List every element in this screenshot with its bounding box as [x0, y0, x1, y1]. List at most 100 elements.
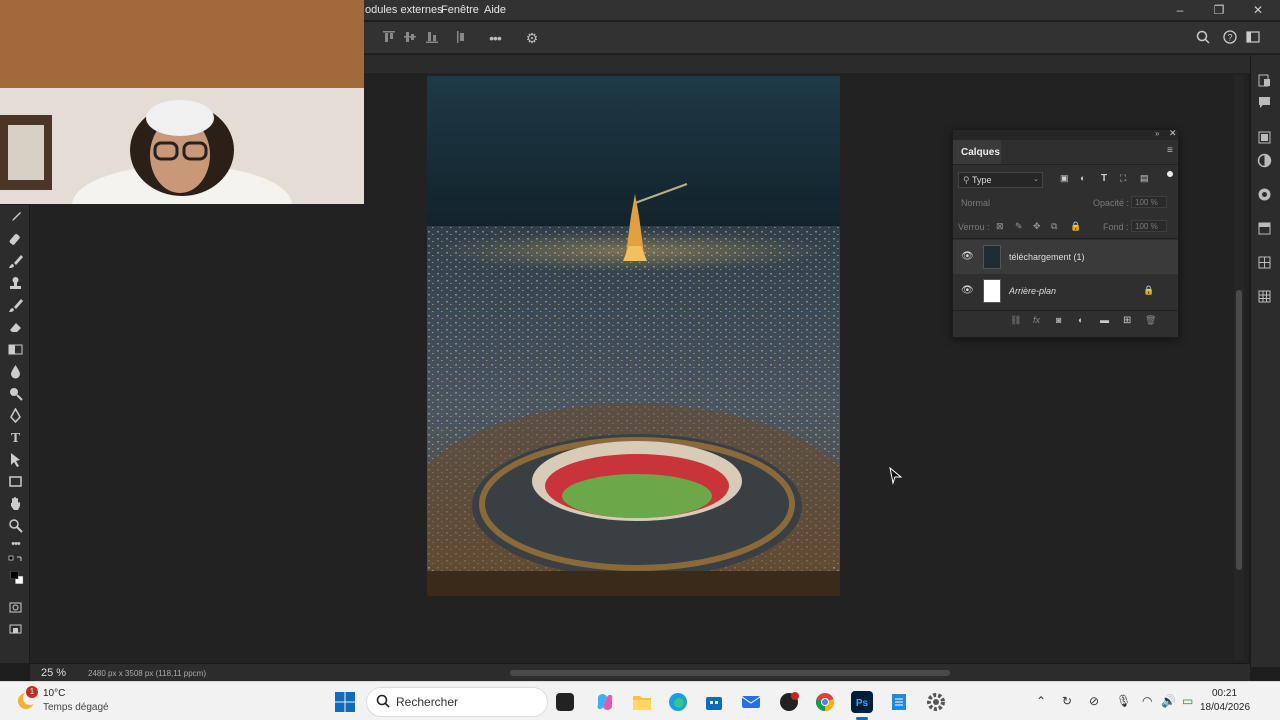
stamp-icon[interactable] [7, 276, 24, 293]
more-tools-icon[interactable]: ••• [7, 536, 24, 553]
panel-menu-icon[interactable]: ≡ [1167, 145, 1173, 156]
lock-transparent-icon[interactable]: ⊠ [996, 221, 1004, 232]
pen-icon[interactable] [7, 407, 24, 425]
healing-brush-icon[interactable] [7, 232, 24, 249]
gear-icon[interactable]: ⚙ [524, 30, 540, 46]
copilot-icon[interactable] [594, 691, 616, 713]
search-icon[interactable] [1195, 30, 1211, 46]
lock-move-icon[interactable]: ✥ [1033, 221, 1041, 232]
mask-icon[interactable]: ◙ [1056, 315, 1061, 325]
filter-type-icon[interactable]: T [1101, 173, 1107, 184]
align-middle-icon[interactable] [402, 30, 418, 46]
libraries-icon[interactable] [1257, 130, 1274, 147]
minimize-button[interactable]: – [1170, 3, 1190, 17]
eye-icon[interactable]: 👁 [961, 285, 974, 296]
swatches-icon[interactable] [1257, 221, 1274, 238]
zoom-icon[interactable] [7, 518, 24, 535]
menu-plugins[interactable]: odules externes [365, 4, 443, 16]
new-layer-icon[interactable]: ⊞ [1123, 315, 1131, 326]
eye-icon[interactable]: 👁 [961, 251, 974, 262]
folder-icon[interactable]: ▬ [1100, 315, 1109, 325]
distribute-icon[interactable] [453, 30, 469, 46]
more-options-icon[interactable]: ••• [487, 30, 503, 46]
file-explorer-icon[interactable] [631, 691, 653, 713]
layer-row[interactable]: 👁 Arrière-plan 🔒 [953, 274, 1178, 308]
settings-icon[interactable] [925, 691, 947, 713]
filter-shape-icon[interactable]: ⛶ [1120, 173, 1126, 184]
network-off-icon[interactable]: ⊘ [1089, 694, 1099, 708]
color-swatches[interactable] [7, 570, 27, 592]
filter-pixel-icon[interactable]: ▣ [1060, 173, 1069, 184]
task-view-icon[interactable] [556, 693, 574, 711]
close-button[interactable]: ✕ [1248, 3, 1268, 17]
eyedropper-icon[interactable] [7, 210, 24, 227]
vertical-scroll-thumb[interactable] [1236, 290, 1242, 570]
document-canvas[interactable] [427, 76, 840, 596]
collapse-icon[interactable]: » [1155, 129, 1159, 138]
clock-time[interactable]: 00:21 [1212, 688, 1237, 699]
zoom-level[interactable]: 25 % [41, 667, 66, 679]
adjustments-icon[interactable] [1257, 153, 1274, 170]
layer-filter-select[interactable]: ⚲ Type ⌄ [958, 172, 1043, 188]
link-icon[interactable]: ⛓ [1010, 315, 1021, 326]
screen-mode-icon[interactable] [7, 622, 24, 639]
hand-icon[interactable] [7, 496, 24, 513]
store-icon[interactable] [703, 691, 725, 713]
layer-name[interactable]: Arrière-plan [1009, 286, 1056, 296]
filter-toggle[interactable] [1167, 171, 1173, 177]
vertical-scrollbar[interactable] [1234, 75, 1244, 660]
history-brush-icon[interactable] [7, 298, 24, 315]
notepad-icon[interactable] [888, 691, 910, 713]
tab-layers[interactable]: Calques [953, 140, 1001, 164]
path-selection-icon[interactable] [7, 452, 24, 469]
channels-icon[interactable] [1257, 255, 1274, 272]
photoshop-icon[interactable]: Ps [851, 691, 873, 713]
brush-icon[interactable] [7, 254, 24, 271]
close-panel-icon[interactable]: ✕ [1169, 128, 1177, 139]
edge-icon[interactable] [667, 691, 689, 713]
menu-help[interactable]: Aide [484, 4, 506, 16]
chevron-up-icon[interactable]: ⌃ [1036, 694, 1046, 708]
quick-mask-icon[interactable] [7, 600, 24, 617]
lock-paint-icon[interactable]: ✎ [1015, 221, 1023, 232]
align-bottom-icon[interactable] [424, 30, 440, 46]
github-desktop-icon[interactable] [778, 691, 800, 713]
trash-icon[interactable]: 🗑 [1145, 315, 1156, 326]
blur-icon[interactable] [7, 364, 24, 381]
chrome-icon[interactable] [814, 691, 836, 713]
fx-icon[interactable]: fx [1033, 315, 1040, 325]
workspace-icon[interactable] [1245, 30, 1261, 46]
horizontal-scroll-thumb[interactable] [510, 670, 950, 676]
lock-all-icon[interactable]: 🔒 [1070, 221, 1081, 232]
eraser-icon[interactable] [7, 320, 24, 337]
restore-button[interactable]: ❐ [1209, 3, 1229, 17]
menu-window[interactable]: Fenêtre [441, 4, 479, 16]
properties-icon[interactable] [1257, 187, 1274, 204]
history-panel-icon[interactable] [1257, 73, 1274, 90]
lock-artboard-icon[interactable]: ⧉ [1051, 221, 1057, 232]
volume-icon[interactable]: 🔊 [1161, 694, 1176, 708]
help-icon[interactable]: ? [1222, 30, 1238, 46]
microphone-icon[interactable]: 🎙 [1116, 694, 1131, 708]
blend-mode-select[interactable]: Normal [961, 198, 990, 208]
sync-icon[interactable]: ↻ [1062, 694, 1072, 708]
comments-icon[interactable] [1257, 95, 1274, 112]
adjustment-layer-icon[interactable]: ◐ [1078, 315, 1083, 325]
wifi-icon[interactable]: ◠ [1142, 694, 1152, 708]
grid-panel-icon[interactable] [1257, 289, 1274, 306]
layer-row[interactable]: 👁 téléchargement (1) [953, 240, 1178, 274]
mail-icon[interactable] [740, 691, 762, 713]
gradient-icon[interactable] [7, 342, 24, 359]
rectangle-icon[interactable] [7, 474, 24, 491]
layer-name[interactable]: téléchargement (1) [1009, 252, 1085, 262]
weather-widget[interactable]: 1 [14, 686, 42, 714]
align-top-icon[interactable] [381, 30, 397, 46]
taskbar-search[interactable]: Rechercher [366, 687, 548, 717]
filter-adjustment-icon[interactable]: ◐ [1080, 173, 1085, 183]
windows-start-icon[interactable] [334, 691, 356, 713]
fill-input[interactable]: 100 % [1131, 220, 1167, 232]
type-tool-icon[interactable]: T [7, 430, 24, 447]
dodge-icon[interactable] [7, 386, 24, 403]
filter-smart-icon[interactable]: ▤ [1140, 173, 1149, 184]
opacity-input[interactable]: 100 % [1131, 196, 1167, 208]
